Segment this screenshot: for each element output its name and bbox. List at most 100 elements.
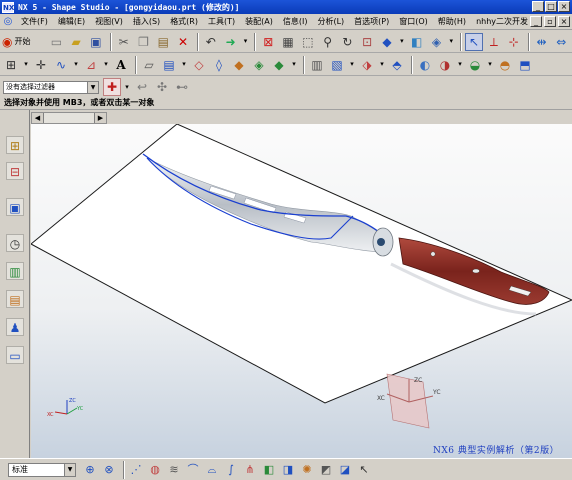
dimension-icon[interactable]: ⇹ [533, 33, 551, 51]
deviation-icon[interactable]: ◒ [466, 56, 484, 74]
menu-assembly[interactable]: 装配(A) [240, 16, 278, 27]
project-icon[interactable]: ⬘ [388, 56, 406, 74]
menu-secondary-dev[interactable]: nhhy二次开发 [471, 16, 533, 27]
web-browser-icon[interactable]: ▭ [6, 346, 24, 364]
select-icon[interactable]: ↖ [356, 462, 372, 478]
curve-edit-icon[interactable]: ⌒ [185, 462, 201, 478]
swept-icon[interactable]: ◊ [210, 56, 228, 74]
orient-view-icon[interactable]: ⊗ [101, 462, 117, 478]
color-palette-icon[interactable]: ◧ [261, 462, 277, 478]
point-snap-icon[interactable]: ⊹ [505, 33, 523, 51]
x-form-icon[interactable]: ⬗ [358, 56, 376, 74]
spline-icon[interactable]: ∿ [52, 56, 70, 74]
select-all-icon[interactable]: ✣ [153, 78, 171, 96]
layer-icon[interactable]: ◧ [408, 33, 426, 51]
arc-icon[interactable]: ⌓ [204, 462, 220, 478]
snap-icon[interactable]: ⟂ [485, 33, 503, 51]
delete-icon[interactable]: ✕ [174, 33, 192, 51]
doc-minimize-button[interactable]: _ [530, 16, 542, 27]
chevron-down-icon[interactable]: ▾ [123, 78, 131, 96]
plane-icon[interactable]: ⊿ [82, 56, 100, 74]
measure-icon[interactable]: ⇔ [552, 33, 570, 51]
maximize-button[interactable]: □ [545, 1, 557, 12]
menu-preferences[interactable]: 首选项(P) [349, 16, 394, 27]
chevron-down-icon[interactable]: ▾ [180, 56, 188, 74]
reflection-icon[interactable]: ◐ [416, 56, 434, 74]
curve-analysis-icon[interactable]: ▥ [308, 56, 326, 74]
studio-surface-icon[interactable]: ◇ [190, 56, 208, 74]
through-curves-icon[interactable]: ▤ [160, 56, 178, 74]
menu-file[interactable]: 文件(F) [16, 16, 53, 27]
copy-icon[interactable]: ❐ [135, 33, 153, 51]
menu-insert[interactable]: 插入(S) [128, 16, 165, 27]
resource-scrollbar[interactable]: ◀ ▶ [31, 112, 107, 124]
pick-list-icon[interactable]: ⊷ [173, 78, 191, 96]
reuse-library-icon[interactable]: ▣ [6, 198, 24, 216]
chevron-down-icon[interactable]: ▾ [348, 56, 356, 74]
selection-filter-dropdown[interactable]: 没有选择过滤器 ▼ [3, 80, 99, 94]
blend-icon[interactable]: ◆ [230, 56, 248, 74]
roles-icon[interactable]: ♟ [6, 318, 24, 336]
menu-analysis[interactable]: 分析(L) [312, 16, 349, 27]
scroll-right-icon[interactable]: ▶ [94, 113, 106, 123]
edge-icon[interactable]: ⋰ [128, 462, 144, 478]
start-button[interactable]: ◉ 开始 [2, 33, 43, 51]
scroll-left-icon[interactable]: ◀ [32, 113, 44, 123]
sketch-icon[interactable]: ⊞ [2, 56, 20, 74]
shaded-view-icon[interactable]: ◆ [378, 33, 396, 51]
history-icon[interactable]: ◷ [6, 234, 24, 252]
menu-help[interactable]: 帮助(H) [433, 16, 471, 27]
lighting-icon[interactable]: ✺ [299, 462, 315, 478]
material-icon[interactable]: ◨ [280, 462, 296, 478]
mode-dropdown[interactable]: 标准 ▼ [8, 462, 76, 477]
extend-icon[interactable]: ◆ [270, 56, 288, 74]
process-studio-icon[interactable]: ▤ [6, 290, 24, 308]
face-analysis-icon[interactable]: ◍ [147, 462, 163, 478]
menu-information[interactable]: 信息(I) [278, 16, 313, 27]
menu-format[interactable]: 格式(R) [165, 16, 203, 27]
menu-view[interactable]: 视图(V) [90, 16, 128, 27]
zoom-region-icon[interactable]: ⬚ [299, 33, 317, 51]
fit-view-icon[interactable]: ⊠ [259, 33, 277, 51]
cut-icon[interactable]: ✂ [115, 33, 133, 51]
undo-icon[interactable]: ↶ [202, 33, 220, 51]
highlight-lines-icon[interactable]: ◑ [436, 56, 454, 74]
menu-edit[interactable]: 编辑(E) [53, 16, 90, 27]
text-icon[interactable]: A [112, 56, 130, 74]
close-button[interactable]: × [558, 1, 570, 12]
menu-tools[interactable]: 工具(T) [203, 16, 240, 27]
minimize-button[interactable]: _ [532, 1, 544, 12]
chevron-down-icon[interactable]: ▾ [456, 56, 464, 74]
trim-icon[interactable]: ◈ [250, 56, 268, 74]
chevron-down-icon[interactable]: ▾ [102, 56, 110, 74]
save-icon[interactable]: ▣ [87, 33, 105, 51]
chevron-down-icon[interactable]: ▾ [242, 33, 250, 51]
spline-edit-icon[interactable]: ∫ [223, 462, 239, 478]
preview-icon[interactable]: ◪ [337, 462, 353, 478]
point-icon[interactable]: ✛ [32, 56, 50, 74]
curvature-icon[interactable]: ◓ [496, 56, 514, 74]
chevron-down-icon[interactable]: ▾ [72, 56, 80, 74]
system-materials-icon[interactable]: ▥ [6, 262, 24, 280]
rotate-icon[interactable]: ↻ [339, 33, 357, 51]
chevron-down-icon[interactable]: ▾ [447, 33, 455, 51]
paste-icon[interactable]: ▤ [154, 33, 172, 51]
section-icon[interactable]: ⬒ [516, 56, 534, 74]
redo-icon[interactable]: ➜ [222, 33, 240, 51]
zoom-icon[interactable]: ⊕ [82, 462, 98, 478]
chevron-down-icon[interactable]: ▾ [486, 56, 494, 74]
render-icon[interactable]: ◈ [428, 33, 446, 51]
assembly-navigator-icon[interactable]: ⊞ [6, 136, 24, 154]
snapshot-icon[interactable]: ◩ [318, 462, 334, 478]
surface-icon[interactable]: ▱ [140, 56, 158, 74]
deselect-icon[interactable]: ↩ [133, 78, 151, 96]
chevron-down-icon[interactable]: ▾ [398, 33, 406, 51]
doc-restore-button[interactable]: ▫ [544, 16, 556, 27]
chevron-down-icon[interactable]: ▾ [290, 56, 298, 74]
select-cursor-icon[interactable]: ↖ [465, 32, 484, 51]
zoom-window-icon[interactable]: ▦ [279, 33, 297, 51]
snap-point-icon[interactable]: ✚ [103, 78, 121, 96]
comb-icon[interactable]: ⋔ [242, 462, 258, 478]
doc-close-button[interactable]: × [558, 16, 570, 27]
graphics-window[interactable]: ZC YC XC ZC YC XC [31, 124, 572, 458]
